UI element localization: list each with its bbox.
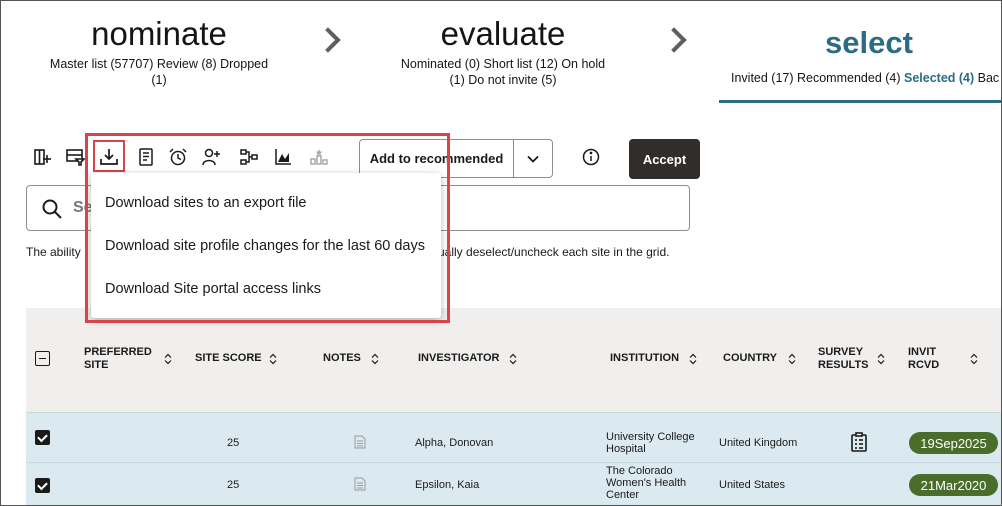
- chevron-right-icon: [315, 27, 341, 53]
- add-to-recommended-label: Add to recommended: [360, 140, 514, 177]
- row-checkbox[interactable]: [35, 430, 50, 445]
- column-header-investigator[interactable]: INVESTIGATOR: [418, 352, 500, 365]
- column-header-line: SURVEY: [818, 346, 864, 358]
- column-header-line: RESULTS: [818, 359, 869, 371]
- stage-select[interactable]: select Invited (17) Recommended (4) Sele…: [719, 25, 1001, 86]
- alarm-clock-icon[interactable]: [166, 145, 190, 169]
- institution-line: Hospital: [606, 443, 646, 455]
- column-header-survey-results[interactable]: SURVEY RESULTS: [818, 346, 869, 372]
- document-icon[interactable]: [134, 145, 158, 169]
- institution-line: Center: [606, 489, 640, 501]
- site-score-cell: 25: [227, 479, 240, 491]
- country-cell: United Kingdom: [719, 437, 798, 449]
- accept-button[interactable]: Accept: [629, 139, 700, 179]
- invit-rcvd-badge: 21Mar2020: [909, 474, 998, 496]
- stage-sub-text: Bac: [974, 71, 1000, 85]
- workflow-icon[interactable]: [237, 145, 261, 169]
- country-cell: United States: [719, 479, 786, 491]
- table-row[interactable]: 25 Alpha, Donovan University College Hos…: [26, 412, 1001, 462]
- investigator-cell[interactable]: Alpha, Donovan: [415, 437, 493, 449]
- column-header-line: RCVD: [908, 359, 940, 371]
- column-add-icon[interactable]: [30, 145, 54, 169]
- app-frame: nominate Master list (57707) Review (8) …: [0, 0, 1002, 506]
- stage-sub-text: Invited (17) Recommended (4): [731, 71, 904, 85]
- institution-line: Women's Health: [606, 477, 687, 489]
- table-row[interactable]: 25 Epsilon, Kaia The Colorado Women's He…: [26, 462, 1001, 505]
- stage-sub-line: Nominated (0) Short list (12) On hold: [400, 57, 606, 71]
- sort-icon[interactable]: [269, 353, 277, 365]
- download-icon: [97, 145, 121, 169]
- stage-sub-line: (1): [151, 73, 167, 87]
- sort-icon[interactable]: [788, 353, 796, 365]
- chevron-right-icon: [661, 27, 687, 53]
- sort-icon[interactable]: [164, 353, 172, 365]
- menu-item-download-profile-changes[interactable]: Download site profile changes for the la…: [105, 238, 425, 254]
- stage-evaluate[interactable]: evaluate Nominated (0) Short list (12) O…: [381, 17, 625, 88]
- sort-icon[interactable]: [509, 353, 517, 365]
- stage-title-evaluate: evaluate: [440, 15, 566, 52]
- info-icon[interactable]: [581, 147, 601, 167]
- stage-sub-nominate: Master list (57707) Review (8) Dropped (…: [31, 56, 287, 88]
- sort-icon[interactable]: [877, 353, 885, 365]
- search-placeholder: Se: [73, 199, 93, 216]
- info-note-head: The ability: [26, 245, 81, 259]
- survey-results-icon[interactable]: [850, 432, 868, 452]
- chevron-down-icon[interactable]: [514, 140, 552, 177]
- investigator-cell[interactable]: Epsilon, Kaia: [415, 479, 479, 491]
- stage-nominate[interactable]: nominate Master list (57707) Review (8) …: [31, 17, 287, 88]
- sort-icon[interactable]: [689, 353, 697, 365]
- stage-sub-evaluate: Nominated (0) Short list (12) On hold (1…: [381, 56, 625, 88]
- sort-icon[interactable]: [371, 353, 379, 365]
- search-icon: [42, 199, 62, 219]
- column-header-country[interactable]: COUNTRY: [723, 352, 777, 365]
- site-score-cell: 25: [227, 437, 240, 449]
- column-header-notes[interactable]: NOTES: [323, 352, 361, 365]
- stage-sub-line: Master list (57707) Review (8) Dropped: [49, 57, 269, 71]
- menu-item-download-sites[interactable]: Download sites to an export file: [105, 195, 307, 211]
- info-note-tail: ually deselect/uncheck each site in the …: [438, 245, 670, 259]
- row-checkbox[interactable]: [35, 478, 50, 493]
- sort-icon[interactable]: [970, 353, 978, 365]
- download-menu: Download sites to an export file Downloa…: [91, 173, 441, 318]
- column-header-institution[interactable]: INSTITUTION: [610, 352, 679, 365]
- stage-sub-active[interactable]: Selected (4): [904, 71, 974, 85]
- column-header-site-score[interactable]: SITE SCORE: [195, 352, 262, 365]
- notes-icon[interactable]: [354, 477, 366, 491]
- institution-cell: The Colorado Women's Health Center: [606, 465, 686, 501]
- menu-item-download-portal-links[interactable]: Download Site portal access links: [105, 281, 321, 297]
- institution-line: University College: [606, 431, 695, 443]
- info-note: The ability ually deselect/uncheck each …: [26, 245, 669, 259]
- column-header-invit-rcvd[interactable]: INVIT RCVD: [908, 346, 939, 372]
- add-person-icon[interactable]: [199, 145, 223, 169]
- select-all-checkbox[interactable]: [35, 351, 50, 366]
- chart-icon[interactable]: [271, 145, 295, 169]
- stage-sub-select: Invited (17) Recommended (4) Selected (4…: [719, 70, 1001, 86]
- column-header-line: INVIT: [908, 346, 937, 358]
- institution-cell: University College Hospital: [606, 431, 695, 455]
- stage-title-nominate: nominate: [91, 15, 227, 52]
- table-filter-icon[interactable]: [63, 145, 87, 169]
- stage-title-select: select: [825, 25, 913, 60]
- ranking-icon: [307, 145, 331, 169]
- column-header-line: SITE: [84, 359, 109, 371]
- invit-rcvd-badge: 19Sep2025: [909, 432, 998, 454]
- stage-sub-line: (1) Do not invite (5): [449, 73, 557, 87]
- institution-line: The Colorado: [606, 465, 673, 477]
- notes-icon[interactable]: [354, 435, 366, 449]
- column-header-line: PREFERRED: [84, 346, 152, 358]
- active-stage-underline: [719, 100, 1001, 103]
- column-header-preferred-site[interactable]: PREFERRED SITE: [84, 346, 152, 372]
